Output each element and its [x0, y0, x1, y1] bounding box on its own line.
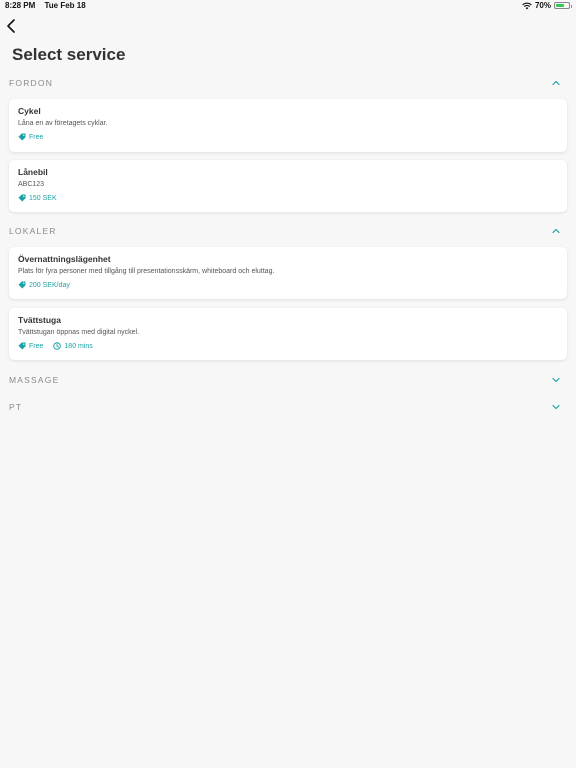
service-description: ABC123	[18, 181, 45, 188]
service-card-overnattningslagenhet[interactable]: Övernattningslägenhet Plats för fyra per…	[9, 247, 567, 299]
status-bar: 8:28 PM Tue Feb 18 70%	[0, 0, 576, 12]
section-header-massage[interactable]: MASSAGE	[0, 371, 576, 389]
battery-fill	[556, 4, 565, 7]
service-title: Cykel	[18, 106, 41, 116]
chevron-up-icon	[552, 80, 560, 86]
battery-icon	[554, 2, 572, 9]
price-tag: Free	[18, 342, 43, 350]
chevron-left-icon	[7, 19, 15, 33]
section-header-fordon[interactable]: FORDON	[0, 74, 576, 92]
service-description: Låna en av företagets cyklar.	[18, 120, 108, 127]
section-title: MASSAGE	[9, 375, 60, 385]
duration-label: 180 mins	[64, 342, 93, 350]
service-description: Plats för fyra personer med tillgång til…	[18, 268, 275, 275]
duration: 180 mins	[53, 342, 93, 350]
price-tag-icon	[18, 281, 26, 289]
wifi-icon	[522, 2, 532, 9]
service-meta: 200 SEK/day	[18, 281, 80, 289]
price-tag: 200 SEK/day	[18, 281, 70, 289]
price-tag: 150 SEK	[18, 194, 57, 202]
status-date: Tue Feb 18	[44, 1, 86, 10]
service-card-cykel[interactable]: Cykel Låna en av företagets cyklar. Free	[9, 99, 567, 152]
status-left: 8:28 PM Tue Feb 18	[5, 1, 93, 10]
section-header-pt[interactable]: PT	[0, 398, 576, 416]
section-header-lokaler[interactable]: LOKALER	[0, 222, 576, 240]
section-title: LOKALER	[9, 226, 57, 236]
chevron-down-icon	[552, 404, 560, 410]
service-meta: Free	[18, 133, 53, 141]
service-meta: 150 SEK	[18, 194, 67, 202]
page-title: Select service	[12, 45, 126, 64]
price-label: Free	[29, 342, 44, 350]
price-label: 150 SEK	[29, 194, 57, 202]
service-description: Tvättstugan öppnas med digital nyckel.	[18, 329, 140, 336]
section-title: FORDON	[9, 78, 54, 88]
chevron-up-icon	[552, 228, 560, 234]
clock-icon	[53, 342, 62, 350]
price-tag: Free	[18, 133, 43, 141]
service-card-tvattstuga[interactable]: Tvättstuga Tvättstugan öppnas med digita…	[9, 308, 567, 360]
back-button[interactable]	[5, 18, 19, 34]
price-label: 200 SEK/day	[29, 281, 70, 289]
price-tag-icon	[18, 194, 26, 202]
status-time: 8:28 PM	[5, 1, 36, 10]
chevron-down-icon	[552, 377, 560, 383]
section-title: PT	[9, 402, 23, 412]
status-right: 70%	[522, 1, 572, 10]
service-title: Övernattningslägenhet	[18, 254, 111, 264]
price-label: Free	[29, 133, 44, 141]
service-card-lanebil[interactable]: Lånebil ABC123 150 SEK	[9, 160, 567, 212]
service-meta: Free 180 mins	[18, 342, 103, 350]
battery-percent: 70%	[534, 1, 551, 10]
service-title: Tvättstuga	[18, 315, 61, 325]
service-title: Lånebil	[18, 167, 48, 177]
price-tag-icon	[18, 342, 26, 350]
price-tag-icon	[18, 133, 26, 141]
